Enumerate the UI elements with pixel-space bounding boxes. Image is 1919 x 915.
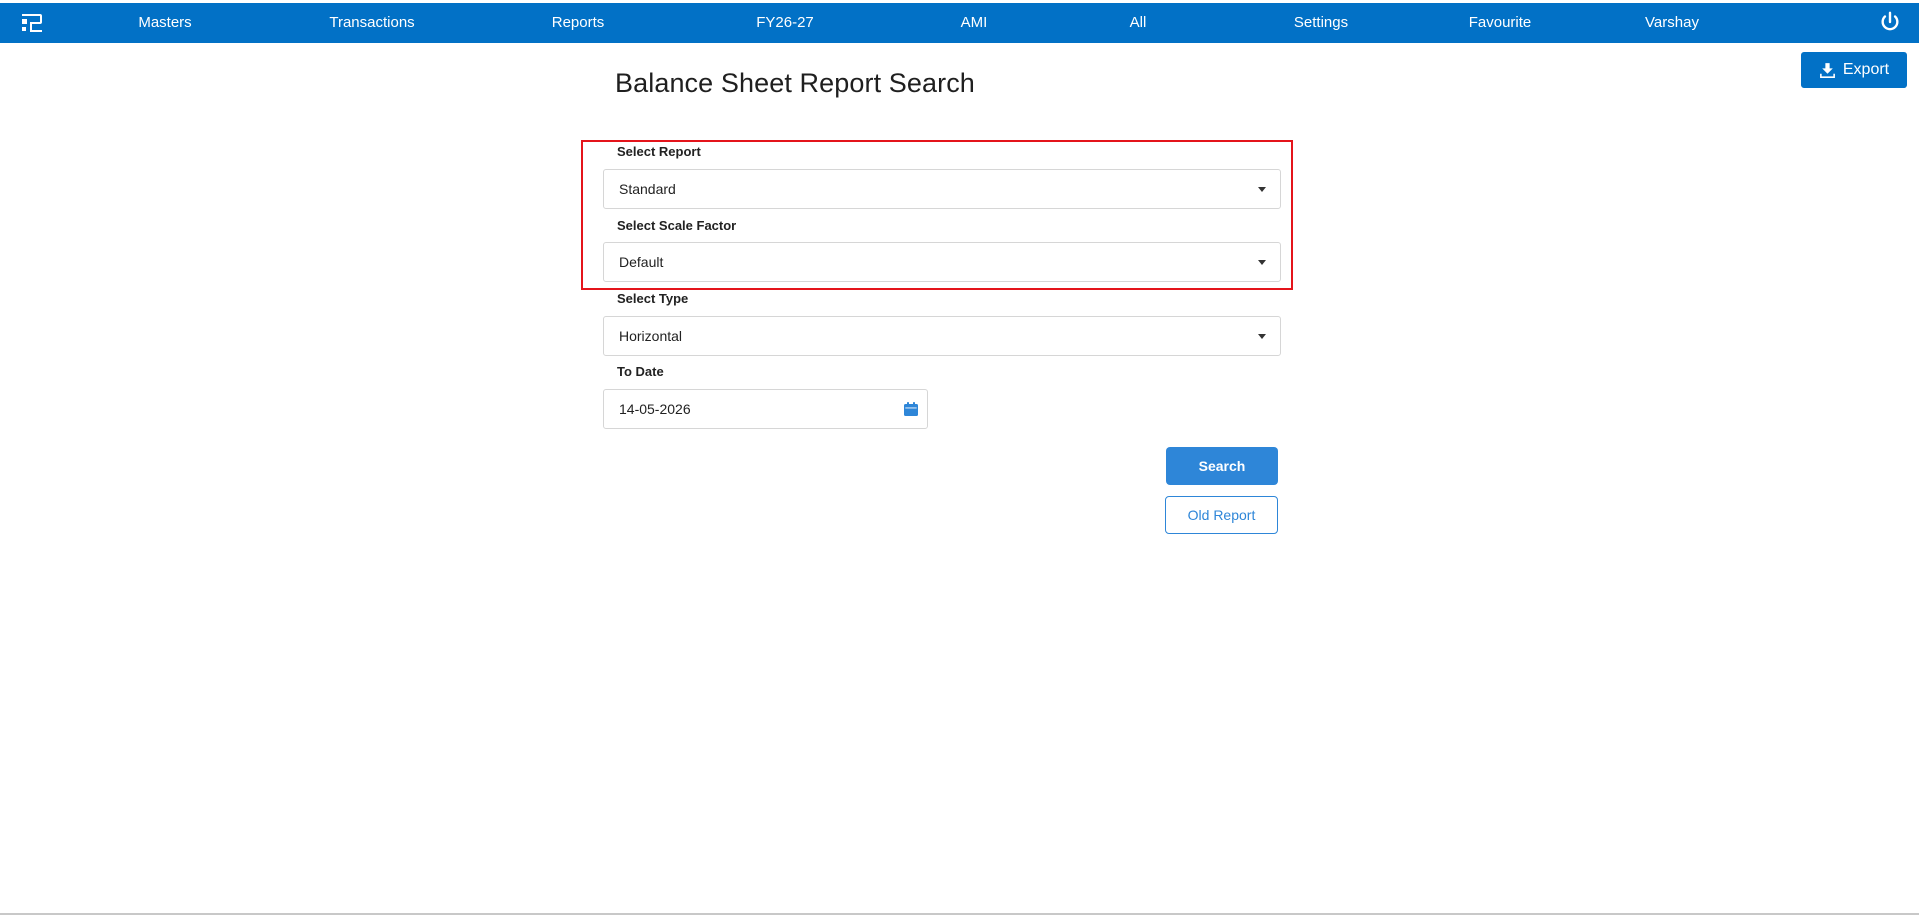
select-scale-factor-label: Select Scale Factor bbox=[617, 218, 737, 233]
chevron-down-icon bbox=[1258, 334, 1266, 339]
brand-logo-icon[interactable] bbox=[20, 11, 44, 35]
select-report-label: Select Report bbox=[617, 144, 701, 159]
page: Masters Transactions Reports FY26-27 AMI… bbox=[0, 0, 1919, 915]
calendar-icon[interactable] bbox=[903, 401, 919, 417]
old-report-button[interactable]: Old Report bbox=[1165, 496, 1278, 534]
select-scale-factor-value: Default bbox=[619, 254, 664, 270]
nav-favourite[interactable]: Favourite bbox=[1469, 3, 1532, 43]
select-report-value: Standard bbox=[619, 181, 676, 197]
select-report-dropdown[interactable]: Standard bbox=[603, 169, 1281, 209]
to-date-value: 14-05-2026 bbox=[619, 401, 691, 417]
search-button[interactable]: Search bbox=[1166, 447, 1278, 485]
chevron-down-icon bbox=[1258, 260, 1266, 265]
nav-settings[interactable]: Settings bbox=[1294, 3, 1348, 43]
nav-ami[interactable]: AMI bbox=[961, 3, 988, 43]
nav-all[interactable]: All bbox=[1130, 3, 1147, 43]
nav-fy26-27[interactable]: FY26-27 bbox=[756, 3, 814, 43]
nav-reports[interactable]: Reports bbox=[552, 3, 605, 43]
nav-user-varshay[interactable]: Varshay bbox=[1645, 3, 1699, 43]
export-label: Export bbox=[1842, 61, 1890, 78]
select-scale-factor-dropdown[interactable]: Default bbox=[603, 242, 1281, 282]
power-icon[interactable] bbox=[1879, 11, 1901, 33]
nav-transactions[interactable]: Transactions bbox=[329, 3, 414, 43]
download-icon bbox=[1819, 62, 1835, 78]
to-date-input[interactable]: 14-05-2026 bbox=[603, 389, 928, 429]
select-type-dropdown[interactable]: Horizontal bbox=[603, 316, 1281, 356]
nav-masters[interactable]: Masters bbox=[138, 3, 191, 43]
select-type-label: Select Type bbox=[617, 291, 689, 306]
select-type-value: Horizontal bbox=[619, 328, 683, 344]
top-navbar: Masters Transactions Reports FY26-27 AMI… bbox=[0, 3, 1919, 43]
page-title: Balance Sheet Report Search bbox=[615, 68, 975, 98]
export-button[interactable]: Export bbox=[1801, 52, 1907, 88]
chevron-down-icon bbox=[1258, 187, 1266, 192]
to-date-label: To Date bbox=[617, 364, 664, 379]
